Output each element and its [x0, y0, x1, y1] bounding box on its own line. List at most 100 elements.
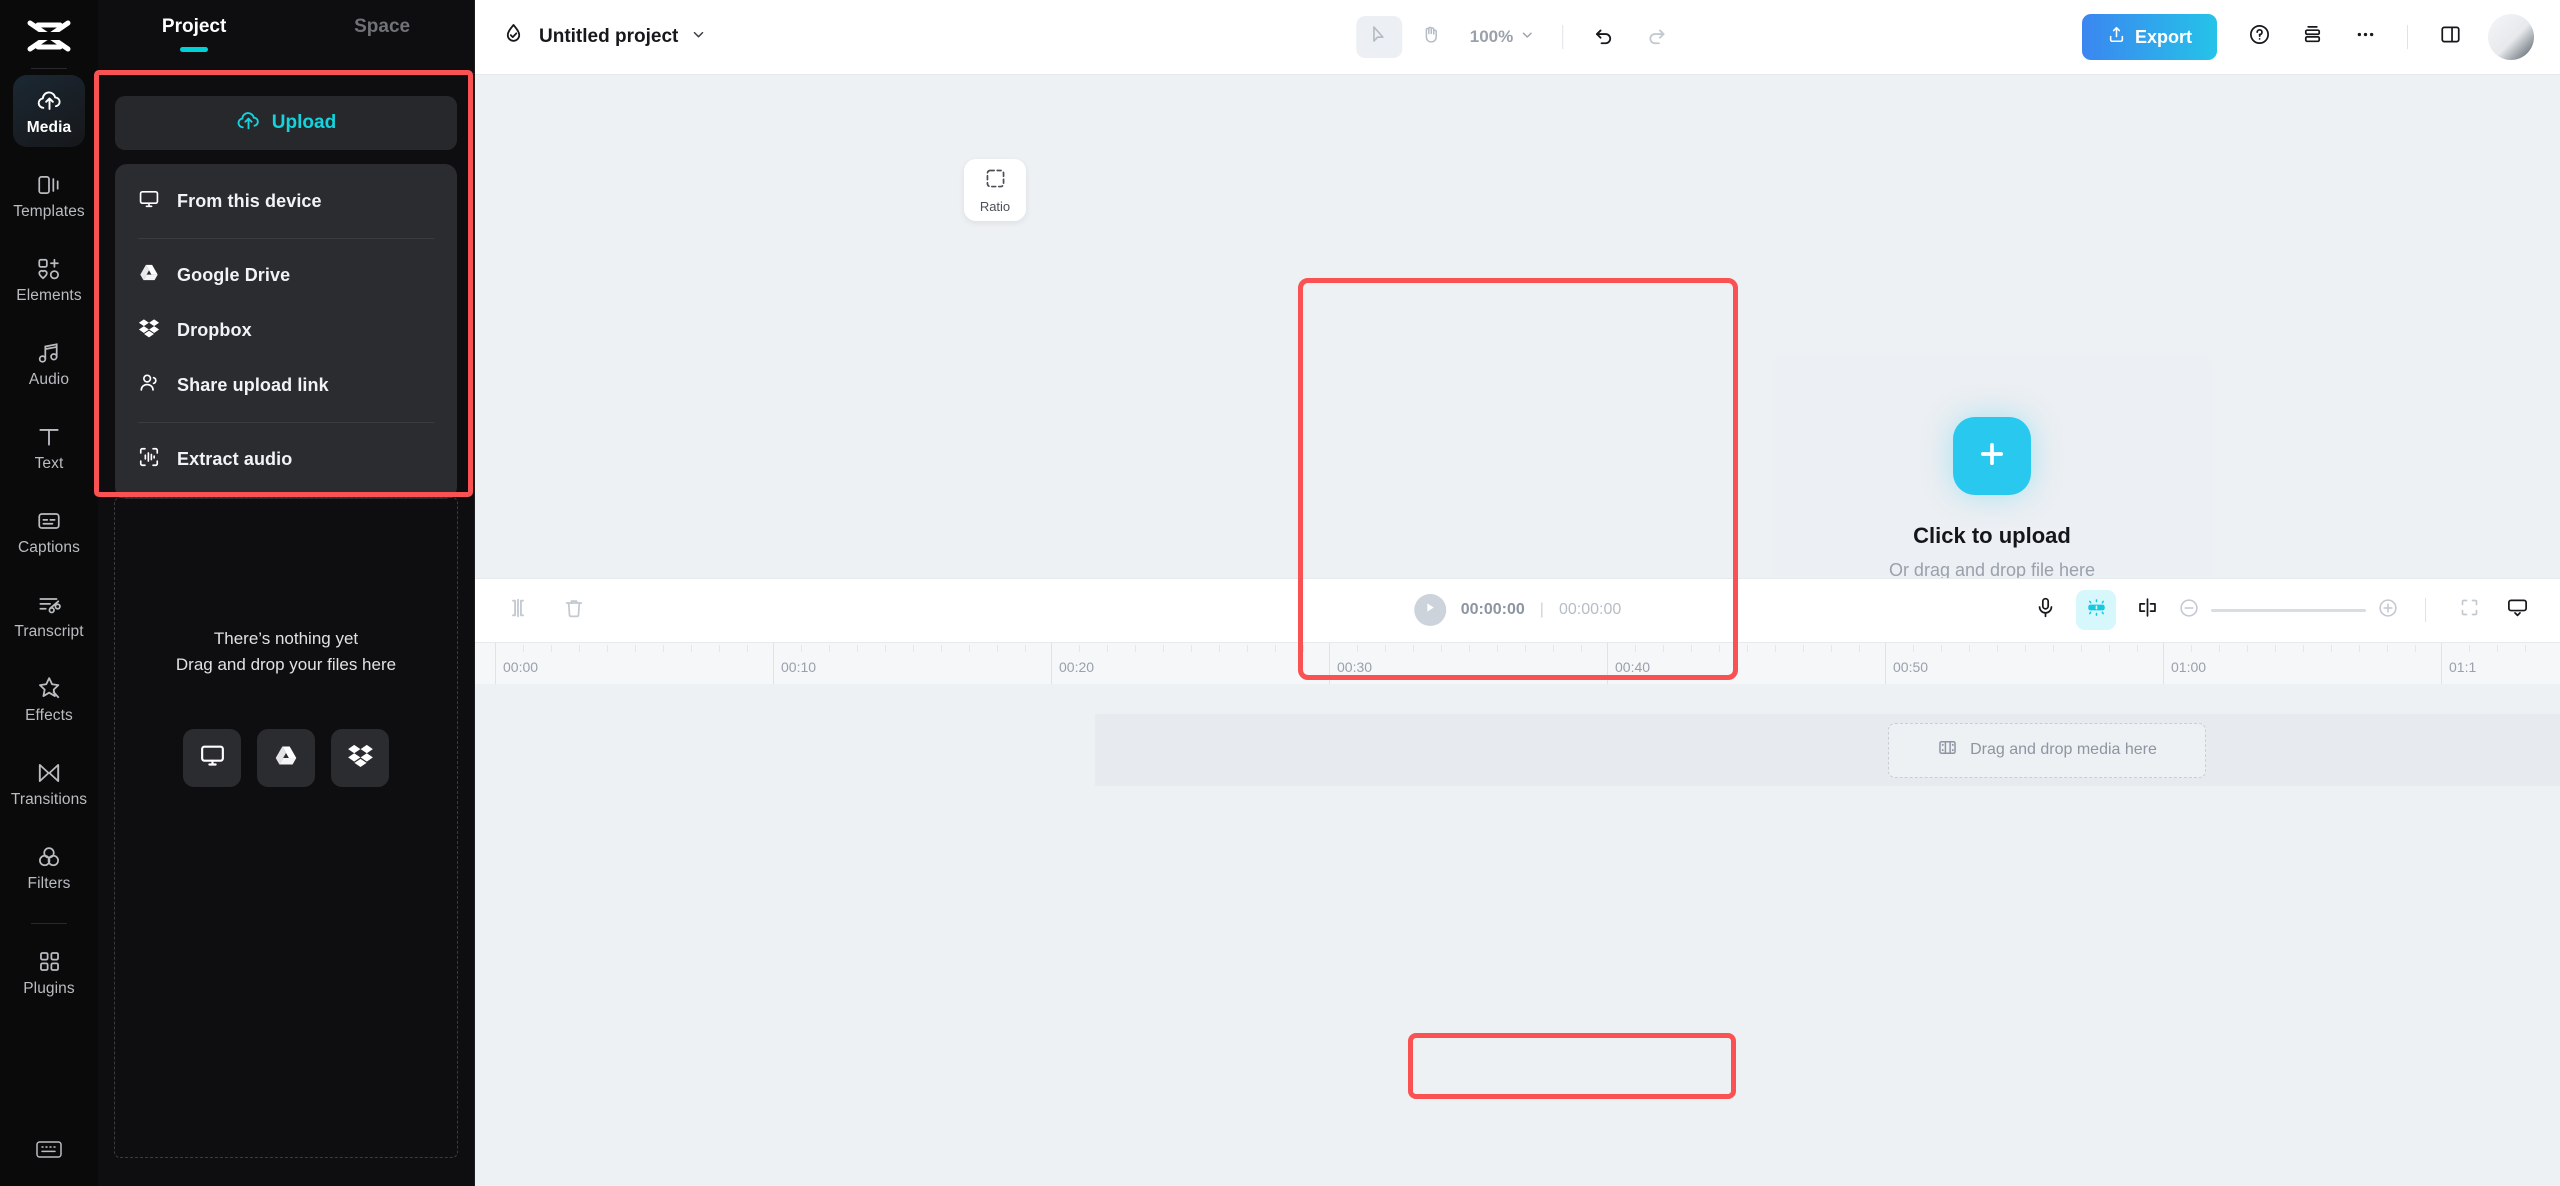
cursor-arrow-icon: [1368, 24, 1389, 50]
sidebar-item-captions[interactable]: Captions: [13, 495, 85, 567]
sidebar-item-media[interactable]: Media: [13, 75, 85, 147]
hand-icon: [1420, 24, 1441, 50]
toolbar-divider: [1562, 25, 1564, 49]
playback-controls: 00:00:00 | 00:00:00: [1413, 594, 1622, 626]
music-note-icon: [35, 339, 63, 367]
sidebar-item-label: Plugins: [23, 979, 75, 997]
help-button[interactable]: [2236, 16, 2282, 58]
preview-stage: Ratio Click to upload Or drag and drop f…: [475, 75, 2560, 753]
sidebar-item-transitions[interactable]: Transitions: [11, 747, 87, 819]
more-options-button[interactable]: [2342, 16, 2388, 58]
captions-icon: [35, 507, 63, 535]
source-dropbox-button[interactable]: [331, 729, 389, 787]
delete-button[interactable]: [557, 593, 591, 627]
sidebar-item-filters[interactable]: Filters: [13, 831, 85, 903]
sidebar-item-transcript[interactable]: Transcript: [13, 579, 85, 651]
sidebar-item-label: Audio: [28, 370, 70, 388]
fit-screen-icon: [2459, 597, 2480, 623]
zoom-slider-track[interactable]: [2211, 608, 2366, 612]
sidebar-item-text[interactable]: Text: [13, 411, 85, 483]
menu-item-google-drive[interactable]: Google Drive: [115, 248, 457, 303]
ruler-label: 00:20: [1059, 658, 1095, 675]
upload-button[interactable]: Upload: [115, 96, 457, 150]
menu-divider-2: [138, 422, 434, 423]
menu-item-from-this-device[interactable]: From this device: [115, 174, 457, 229]
sidebar-item-audio[interactable]: Audio: [13, 327, 85, 399]
menu-item-dropbox[interactable]: Dropbox: [115, 303, 457, 358]
transitions-icon: [35, 759, 63, 787]
sidebar-item-plugins[interactable]: Plugins: [13, 936, 85, 1008]
sidebar-item-label: Captions: [18, 538, 80, 556]
auto-enhance-button[interactable]: [2076, 590, 2116, 630]
ruler-label: 00:30: [1337, 658, 1373, 675]
capcut-logo-icon[interactable]: [19, 12, 79, 60]
fit-to-screen-button[interactable]: [2452, 593, 2486, 627]
split-button[interactable]: [501, 593, 535, 627]
topbar-divider-2: [2407, 25, 2408, 49]
media-empty-dropzone[interactable]: There’s nothing yet Drag and drop your f…: [114, 497, 458, 1158]
dashed-square-icon: [984, 167, 1007, 195]
menu-item-extract-audio[interactable]: Extract audio: [115, 432, 457, 487]
sidebar-item-label: Transcript: [14, 622, 84, 640]
microphone-icon: [2034, 596, 2057, 624]
preview-options-button[interactable]: [2500, 593, 2534, 627]
minus-circle-icon[interactable]: [2178, 597, 2200, 624]
hand-tool-button[interactable]: [1408, 16, 1454, 58]
empty-state-sources: [183, 729, 389, 787]
tab-space[interactable]: Space: [354, 16, 410, 52]
sidebar-item-elements[interactable]: Elements: [13, 243, 85, 315]
source-google-drive-button[interactable]: [257, 729, 315, 787]
left-icon-rail: Media Templates Elements Audio Text Capt…: [0, 0, 98, 1186]
track-row[interactable]: [1095, 713, 2560, 786]
text-t-icon: [35, 423, 63, 451]
tab-space-label: Space: [354, 16, 411, 37]
sidebar-item-label: Templates: [13, 202, 85, 220]
filters-circles-icon: [35, 843, 63, 871]
sidebar-item-templates[interactable]: Templates: [13, 159, 85, 231]
keyboard-shortcuts-icon: [34, 1137, 64, 1166]
project-title-button[interactable]: Untitled project: [501, 22, 706, 52]
timeline-ruler[interactable]: 00:00 00:10 00:20 00:30 00:40 00:50 01:0…: [475, 641, 2560, 684]
ruler-label: 01:00: [2171, 658, 2207, 675]
undo-button[interactable]: [1581, 16, 1627, 58]
keyboard-shortcuts-button[interactable]: [0, 1137, 98, 1166]
export-button-label: Export: [2134, 26, 2192, 47]
menu-item-label: Google Drive: [177, 265, 291, 285]
total-time: 00:00:00: [1558, 601, 1622, 618]
layers-button[interactable]: [2289, 16, 2335, 58]
zoom-level-select[interactable]: 100%: [1460, 27, 1544, 47]
record-voiceover-button[interactable]: [2028, 593, 2062, 627]
source-from-device-button[interactable]: [183, 729, 241, 787]
time-divider: |: [1539, 601, 1544, 618]
ratio-button[interactable]: Ratio: [964, 159, 1026, 221]
main-area: Untitled project 100% Export Ratio Click…: [475, 0, 2560, 1186]
timeline-dropzone[interactable]: Drag and drop media here: [1888, 722, 2206, 778]
redo-button[interactable]: [1633, 16, 1679, 58]
rail-item-list: Media Templates Elements Audio Text Capt…: [0, 75, 98, 1020]
monitor-caret-icon: [2506, 596, 2529, 624]
layout-toggle-button[interactable]: [2427, 16, 2473, 58]
add-media-button[interactable]: [1953, 417, 2031, 495]
ratio-button-label: Ratio: [979, 198, 1011, 214]
sidebar-item-label: Text: [34, 454, 64, 472]
rail-divider-top: [31, 68, 67, 69]
play-button[interactable]: [1413, 594, 1446, 626]
monitor-icon: [138, 188, 160, 215]
plugins-grid-icon: [35, 948, 63, 976]
menu-item-label: Share upload link: [177, 375, 329, 395]
avatar[interactable]: [2488, 14, 2534, 60]
tab-project[interactable]: Project: [162, 16, 226, 52]
templates-icon: [35, 171, 63, 199]
magic-bar-icon: [2085, 596, 2108, 624]
menu-item-share-upload-link[interactable]: Share upload link: [115, 358, 457, 413]
plus-circle-icon[interactable]: [2377, 597, 2399, 624]
select-tool-button[interactable]: [1355, 16, 1402, 58]
timeline-zoom-slider[interactable]: [2178, 597, 2399, 624]
empty-state-line2: Drag and drop your files here: [175, 654, 397, 674]
question-circle-icon: [2248, 23, 2271, 51]
sidebar-item-effects[interactable]: Effects: [13, 663, 85, 735]
export-button[interactable]: Export: [2081, 14, 2217, 60]
ruler-label: 01:1: [2449, 658, 2477, 675]
mirror-button[interactable]: [2130, 593, 2164, 627]
tab-project-label: Project: [161, 16, 227, 37]
